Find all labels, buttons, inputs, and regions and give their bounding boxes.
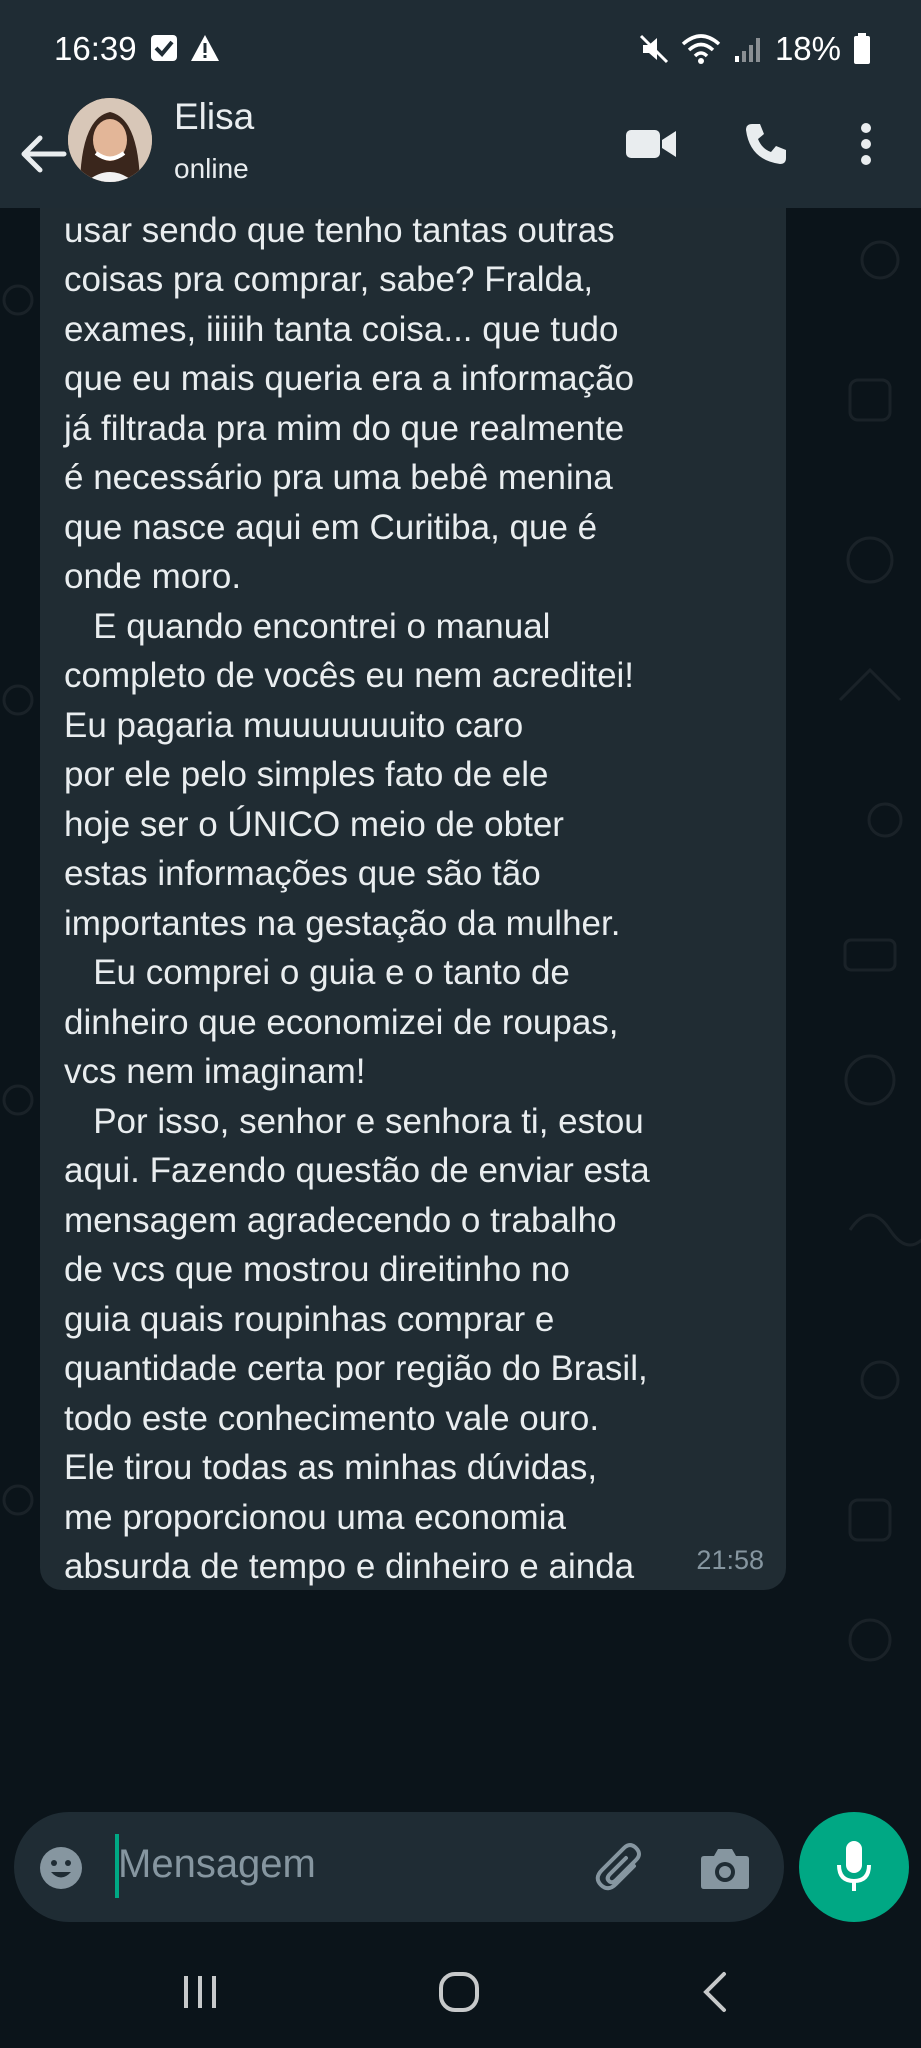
- message-bubble[interactable]: com roupas que eu nem sabia se inausar s…: [40, 208, 786, 1590]
- attach-icon[interactable]: [594, 1842, 646, 1894]
- message-line: coisas pra comprar, sabe? Fralda,: [64, 260, 594, 299]
- back-arrow-icon[interactable]: [14, 124, 74, 184]
- message-line: Eu comprei o guia e o tanto de: [64, 953, 570, 992]
- contact-status: online: [174, 153, 249, 184]
- video-call-icon[interactable]: [624, 124, 678, 164]
- message-time: 21:58: [696, 1545, 764, 1575]
- battery-icon: [854, 33, 870, 64]
- message-line: Por isso, senhor e senhora ti, estou: [64, 1101, 644, 1141]
- message-line: exames, iiiiih tanta coisa... que tudo: [64, 309, 619, 349]
- message-line: já filtrada pra mim do que realmente: [64, 408, 625, 448]
- phone-icon[interactable]: [742, 120, 790, 168]
- message-line: por ele pelo simples fato de ele: [64, 755, 549, 794]
- message-line: mensagem agradecendo o trabalho: [64, 1200, 617, 1240]
- message-line: Eu pagaria muuuuuuuito caro: [64, 705, 524, 745]
- message-line: que nasce aqui em Curitiba, que é: [64, 507, 598, 547]
- mic-icon: [837, 1841, 871, 1891]
- contact-photo: [68, 98, 152, 182]
- message-line: é necessário pra uma bebê menina: [64, 458, 613, 497]
- message-text: com roupas que eu nem sabia se inausar s…: [64, 208, 784, 1590]
- wifi-icon: [681, 34, 721, 64]
- check-box-icon: [151, 35, 177, 61]
- message-line: de vcs que mostrou direitinho no: [64, 1250, 570, 1289]
- message-line: completo de vocês eu nem acreditei!: [64, 656, 635, 695]
- emoji-icon[interactable]: [38, 1845, 84, 1891]
- battery-percent: 18%: [774, 30, 841, 67]
- message-line: dinheiro que economizei de roupas,: [64, 1002, 619, 1042]
- status-bar: 16:39 18%: [0, 0, 921, 104]
- message-line: aqui. Fazendo questão de enviar esta: [64, 1151, 650, 1190]
- whatsapp-chat-screen: 16:39 18% Elisa online usar sendo que te…: [0, 0, 921, 2048]
- warning-icon: [191, 35, 219, 61]
- home-icon[interactable]: [437, 1970, 481, 2014]
- more-vertical-icon[interactable]: [858, 122, 874, 166]
- message-input[interactable]: Mensagem: [118, 1842, 316, 1887]
- status-time: 16:39: [54, 30, 137, 67]
- message-line: me proporcionou uma economia: [64, 1497, 566, 1537]
- back-icon[interactable]: [700, 1970, 730, 2014]
- message-line: quantidade certa por região do Brasil,: [64, 1349, 648, 1388]
- voice-message-button[interactable]: [799, 1812, 909, 1922]
- signal-icon: [734, 38, 760, 62]
- message-line: usar sendo que tenho tantas outras: [64, 210, 615, 250]
- recent-apps-icon[interactable]: [180, 1974, 220, 2010]
- message-line: todo este conhecimento vale ouro.: [64, 1398, 600, 1438]
- message-line: onde moro.: [64, 557, 242, 596]
- message-line: que eu mais queria era a informação: [64, 359, 635, 398]
- message-line: estas informações que são tão: [64, 854, 541, 893]
- avatar[interactable]: [68, 98, 152, 182]
- message-line: vcs nem imaginam!: [64, 1052, 366, 1091]
- message-line: E quando encontrei o manual: [64, 606, 551, 646]
- message-line: Ele tirou todas as minhas dúvidas,: [64, 1448, 598, 1487]
- message-line: importantes na gestação da mulher.: [64, 903, 621, 943]
- system-nav-bar: [0, 1930, 921, 2048]
- contact-name[interactable]: Elisa: [174, 96, 254, 138]
- chat-area[interactable]: com roupas que eu nem sabia se inausar s…: [0, 208, 921, 1800]
- mute-icon: [639, 34, 668, 64]
- message-line: absurda de tempo e dinheiro e ainda: [64, 1547, 635, 1586]
- message-line: hoje ser o ÚNICO meio de obter: [64, 804, 564, 844]
- camera-icon[interactable]: [700, 1846, 750, 1890]
- message-composer[interactable]: Mensagem: [14, 1812, 784, 1922]
- message-line: guia quais roupinhas comprar e: [64, 1299, 555, 1339]
